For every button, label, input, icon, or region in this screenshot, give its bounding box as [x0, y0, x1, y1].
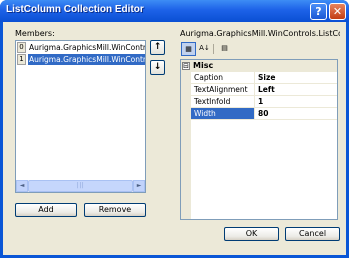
property-grid-toolbar: ▦ A↓ ▤	[180, 42, 338, 56]
add-button[interactable]: Add	[15, 203, 77, 217]
ok-button[interactable]: OK	[224, 227, 279, 241]
property-name: Width	[191, 108, 255, 119]
property-grid[interactable]: ⊟ Misc Caption Size TextAlignment Left T…	[180, 59, 338, 220]
property-row-width[interactable]: Width 80	[191, 108, 337, 120]
title-bar[interactable]: ListColumn Collection Editor ? ✕	[0, 0, 349, 22]
cancel-button[interactable]: Cancel	[285, 227, 340, 241]
toolbar-separator	[213, 44, 214, 54]
property-value[interactable]: Left	[256, 84, 337, 95]
move-down-button[interactable]: ↓	[150, 60, 165, 75]
horizontal-scrollbar[interactable]: ◄ ||| ►	[16, 180, 145, 192]
window-title: ListColumn Collection Editor	[6, 4, 144, 15]
property-row-textinfoid[interactable]: TextInfoId 1	[191, 96, 337, 108]
scroll-right-icon[interactable]: ►	[133, 180, 145, 192]
categorized-view-icon[interactable]: ▦	[181, 42, 196, 56]
scroll-thumb[interactable]: |||	[28, 180, 133, 192]
properties-header: Aurigma.GraphicsMill.WinControls.ListCol…	[180, 29, 340, 38]
member-item-0[interactable]: 0 Aurigma.GraphicsMill.WinControls.	[16, 42, 145, 54]
member-text: Aurigma.GraphicsMill.WinControls.	[29, 43, 145, 52]
member-index: 0	[17, 42, 26, 53]
property-value[interactable]: 1	[256, 96, 337, 107]
property-name: TextInfoId	[191, 96, 255, 107]
property-name: Caption	[191, 72, 255, 83]
move-up-button[interactable]: ↑	[150, 40, 165, 55]
property-value[interactable]: Size	[256, 72, 337, 83]
grid-margin	[181, 72, 191, 219]
property-value[interactable]: 80	[256, 108, 337, 119]
member-item-1[interactable]: 1 Aurigma.GraphicsMill.WinControls.	[16, 54, 145, 66]
member-index: 1	[17, 54, 26, 65]
scroll-left-icon[interactable]: ◄	[16, 180, 28, 192]
property-pages-icon[interactable]: ▤	[217, 42, 232, 56]
member-text: Aurigma.GraphicsMill.WinControls.	[28, 54, 145, 65]
close-button[interactable]: ✕	[329, 3, 346, 20]
dialog-client-area: Members: 0 Aurigma.GraphicsMill.WinContr…	[3, 22, 346, 255]
property-row-textalignment[interactable]: TextAlignment Left	[191, 84, 337, 96]
remove-button[interactable]: Remove	[84, 203, 146, 217]
members-list[interactable]: 0 Aurigma.GraphicsMill.WinControls. 1 Au…	[15, 40, 146, 193]
category-name: Misc	[193, 61, 214, 70]
help-button[interactable]: ?	[310, 3, 327, 20]
alphabetical-sort-icon[interactable]: A↓	[197, 42, 212, 56]
property-row-caption[interactable]: Caption Size	[191, 72, 337, 84]
category-row-misc[interactable]: ⊟ Misc	[181, 60, 337, 72]
members-label: Members:	[15, 29, 55, 38]
property-name: TextAlignment	[191, 84, 255, 95]
collapse-icon[interactable]: ⊟	[182, 62, 190, 70]
dialog-window: ListColumn Collection Editor ? ✕ Members…	[0, 0, 349, 258]
